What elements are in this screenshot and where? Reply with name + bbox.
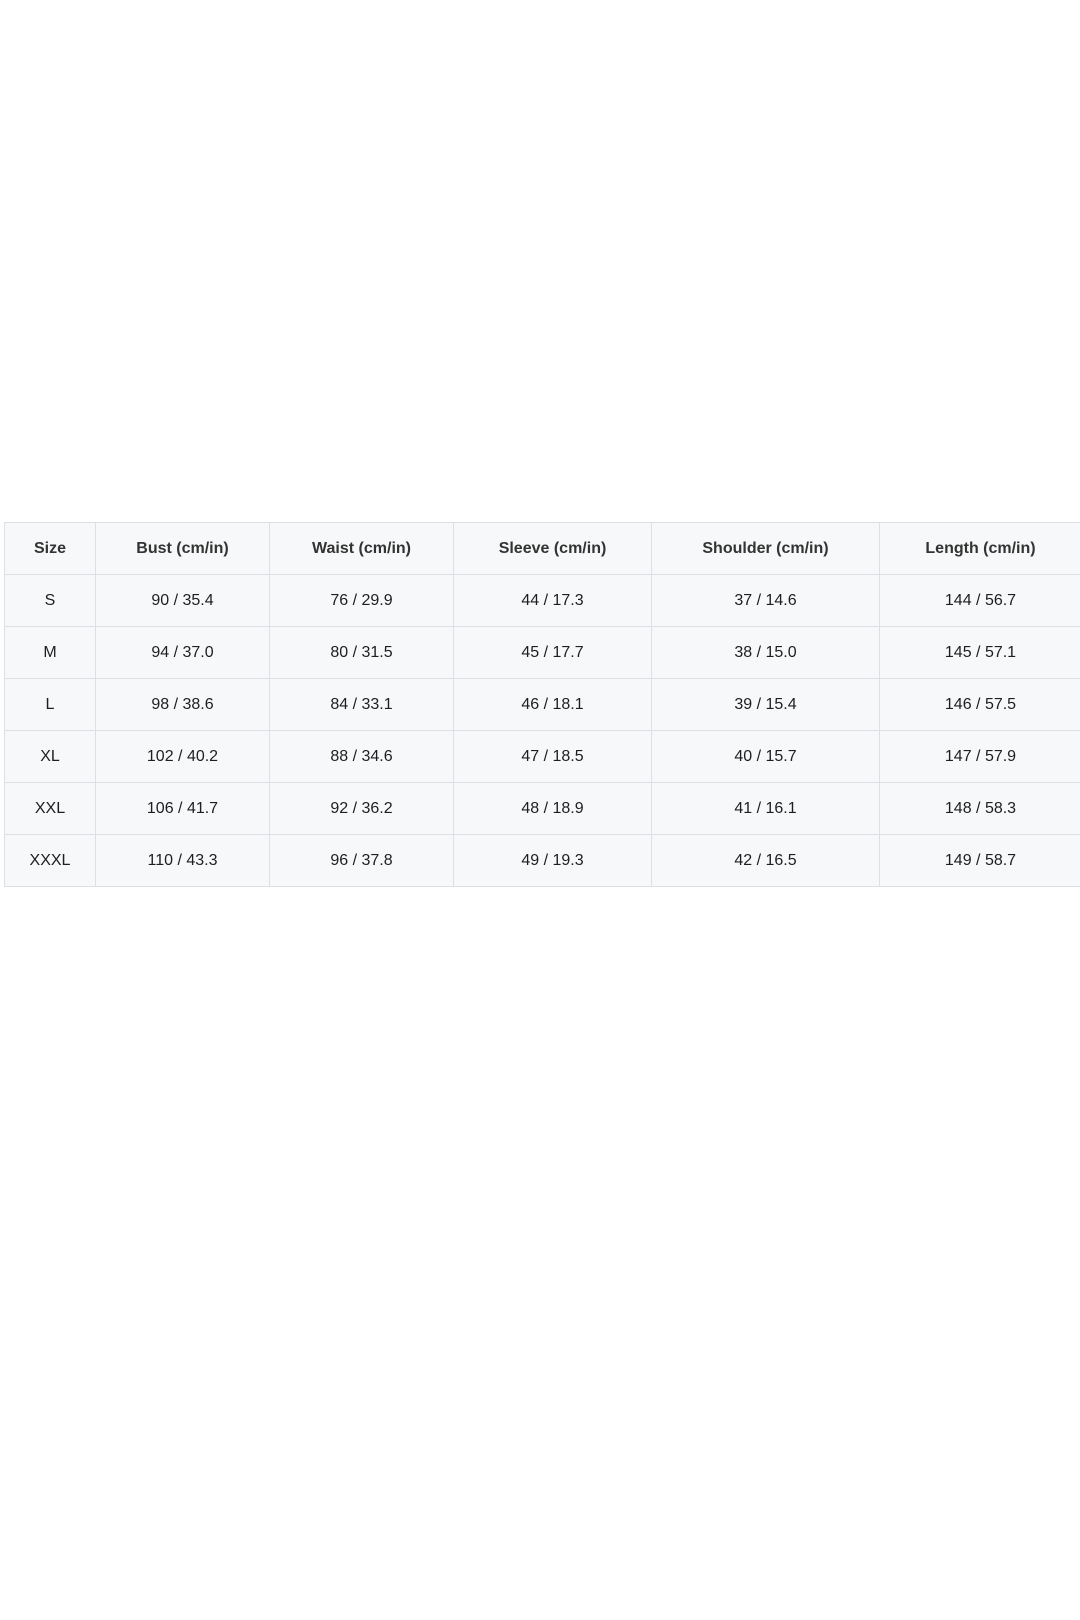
sleeve-cell: 46 / 18.1 <box>453 678 652 731</box>
size-cell: M <box>4 626 96 679</box>
shoulder-cell: 40 / 15.7 <box>651 730 880 783</box>
column-header-size: Size <box>4 522 96 575</box>
waist-cell: 76 / 29.9 <box>269 574 454 627</box>
shoulder-cell: 38 / 15.0 <box>651 626 880 679</box>
table-row: L 98 / 38.6 84 / 33.1 46 / 18.1 39 / 15.… <box>4 678 1080 731</box>
column-header-bust: Bust (cm/in) <box>95 522 270 575</box>
waist-cell: 84 / 33.1 <box>269 678 454 731</box>
bust-cell: 102 / 40.2 <box>95 730 270 783</box>
sleeve-cell: 47 / 18.5 <box>453 730 652 783</box>
size-chart-table: Size Bust (cm/in) Waist (cm/in) Sleeve (… <box>4 522 1080 887</box>
column-header-waist: Waist (cm/in) <box>269 522 454 575</box>
length-cell: 146 / 57.5 <box>879 678 1080 731</box>
size-cell: XXXL <box>4 834 96 887</box>
waist-cell: 96 / 37.8 <box>269 834 454 887</box>
table-header-row: Size Bust (cm/in) Waist (cm/in) Sleeve (… <box>4 522 1080 575</box>
length-cell: 148 / 58.3 <box>879 782 1080 835</box>
shoulder-cell: 41 / 16.1 <box>651 782 880 835</box>
shoulder-cell: 39 / 15.4 <box>651 678 880 731</box>
size-cell: L <box>4 678 96 731</box>
table-row: S 90 / 35.4 76 / 29.9 44 / 17.3 37 / 14.… <box>4 574 1080 627</box>
length-cell: 144 / 56.7 <box>879 574 1080 627</box>
column-header-length: Length (cm/in) <box>879 522 1080 575</box>
column-header-shoulder: Shoulder (cm/in) <box>651 522 880 575</box>
length-cell: 149 / 58.7 <box>879 834 1080 887</box>
bust-cell: 94 / 37.0 <box>95 626 270 679</box>
size-cell: XL <box>4 730 96 783</box>
bust-cell: 110 / 43.3 <box>95 834 270 887</box>
column-header-sleeve: Sleeve (cm/in) <box>453 522 652 575</box>
shoulder-cell: 42 / 16.5 <box>651 834 880 887</box>
sleeve-cell: 48 / 18.9 <box>453 782 652 835</box>
table-row: XXL 106 / 41.7 92 / 36.2 48 / 18.9 41 / … <box>4 782 1080 835</box>
size-cell: S <box>4 574 96 627</box>
length-cell: 147 / 57.9 <box>879 730 1080 783</box>
bust-cell: 98 / 38.6 <box>95 678 270 731</box>
table-row: XL 102 / 40.2 88 / 34.6 47 / 18.5 40 / 1… <box>4 730 1080 783</box>
table-row: XXXL 110 / 43.3 96 / 37.8 49 / 19.3 42 /… <box>4 834 1080 887</box>
shoulder-cell: 37 / 14.6 <box>651 574 880 627</box>
waist-cell: 92 / 36.2 <box>269 782 454 835</box>
bust-cell: 106 / 41.7 <box>95 782 270 835</box>
sleeve-cell: 49 / 19.3 <box>453 834 652 887</box>
waist-cell: 80 / 31.5 <box>269 626 454 679</box>
length-cell: 145 / 57.1 <box>879 626 1080 679</box>
waist-cell: 88 / 34.6 <box>269 730 454 783</box>
bust-cell: 90 / 35.4 <box>95 574 270 627</box>
sleeve-cell: 45 / 17.7 <box>453 626 652 679</box>
size-cell: XXL <box>4 782 96 835</box>
sleeve-cell: 44 / 17.3 <box>453 574 652 627</box>
table-row: M 94 / 37.0 80 / 31.5 45 / 17.7 38 / 15.… <box>4 626 1080 679</box>
